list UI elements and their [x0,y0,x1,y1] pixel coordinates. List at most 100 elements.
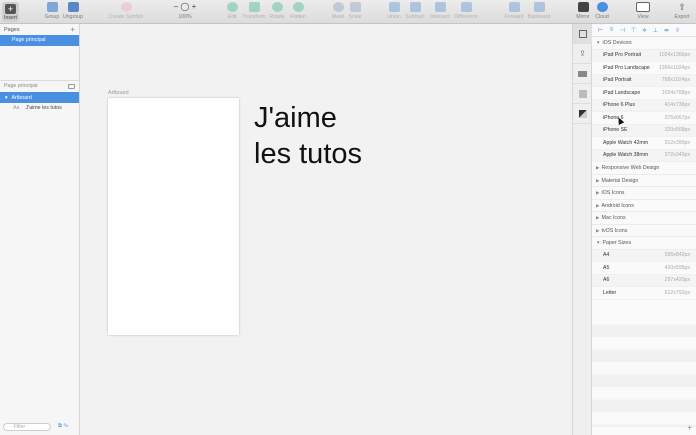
view-button[interactable]: View [626,2,660,20]
preset-item[interactable]: A4 595x842px [592,249,696,262]
preset-item[interactable]: Letter 612x792px [592,287,696,300]
cloud-icon [596,2,608,12]
preset-item[interactable]: A6 297x420px [592,274,696,287]
preset-item[interactable]: iPhone 6 375x667px [592,112,696,125]
symbol-icon [120,2,132,12]
zoom-control[interactable]: – ◯ + 100% [168,2,202,20]
preset-group-ios-devices[interactable]: ▼ iOS Devices [592,37,696,50]
align-bottom-icon[interactable]: ⊥ [651,27,660,34]
preset-group-label: Android Icons [601,202,634,209]
layer-artboard[interactable]: ▼ Artboard [0,92,79,103]
disclosure-open-icon: ▼ [596,40,601,45]
export-icon: ⇧ [678,2,686,12]
preset-item[interactable]: Apple Watch 38mm 272x340px [592,149,696,162]
preset-size: 297x420px [664,277,690,284]
disclosure-closed-icon: ▶ [596,215,600,220]
edit-icon [226,2,238,12]
filter-options-icon[interactable]: ⧉ ✎ [58,423,68,430]
preset-group-material[interactable]: ▶ Material Design [592,175,696,187]
disclosure-triangle-icon[interactable]: ▼ [4,95,8,100]
preset-item[interactable]: A5 420x595px [592,262,696,275]
preset-name: Letter [603,289,617,296]
backward-label: Backward [527,14,551,20]
export-button[interactable]: ⇧ Export [667,2,696,20]
preset-group-ios-icons[interactable]: ▶ iOS Icons [592,187,696,200]
preset-size: 375x667px [664,114,690,121]
preset-item[interactable]: iPhone 6 Plus 414x736px [592,99,696,112]
layer-text[interactable]: Aa J'aime les tutos [13,105,62,111]
align-top-icon[interactable]: ⊤ [629,27,638,34]
backward-button[interactable]: Backward [522,2,556,20]
export-label: Export [674,14,690,20]
preset-name: A5 [603,264,610,271]
subtract-label: Subtract [405,14,425,20]
canvas[interactable]: Artboard J'aime les tutos [81,24,572,435]
scale-button[interactable]: Scale [338,2,372,20]
preset-group-label: iOS Devices [602,40,632,46]
distribute-vertical-icon[interactable]: ⇳ [673,27,682,34]
insert-label: Insert [4,15,17,21]
preset-name: A6 [603,277,610,284]
ungroup-icon [67,2,79,12]
preset-name: iPad Landscape [603,89,641,96]
scale-label: Scale [348,14,362,20]
preset-item[interactable]: iPad Pro Landscape 1366x1024px [592,62,696,75]
preset-item[interactable]: iPad Portrait 768x1024px [592,74,696,87]
subtract-icon [409,2,421,12]
paper-sizes-list: A4 595x842px A5 420x595px A6 297x420px Lett… [592,249,696,300]
canvas-text[interactable]: J'aime les tutos [254,100,362,172]
insert-button[interactable]: + Insert [2,2,19,22]
difference-icon [460,2,472,12]
preset-item[interactable]: iPad Pro Portrait 1024x1366px [592,49,696,62]
inspector-tab-share[interactable]: ⇪ [573,44,592,64]
preset-group-label: iOS Icons [601,190,625,196]
artboard-title[interactable]: Artboard [108,90,129,96]
align-toolbar: ⊢ ≡ ⊣ ⊤ ≑ ⊥ ⇹ ⇳ [592,24,696,37]
add-page-button[interactable]: + [70,25,75,34]
cloud-label: Cloud [595,14,609,20]
cloud-button[interactable]: Cloud [585,2,619,20]
add-preset-button[interactable]: + [687,423,692,432]
preset-group-responsive[interactable]: ▶ Responsive Web Design [592,162,696,175]
preset-group-paper-sizes[interactable]: ▼ Paper Sizes [592,237,696,250]
preset-name: iPad Pro Portrait [603,52,642,59]
filter-input[interactable]: Filter [3,423,51,431]
page-menu-icon[interactable] [68,83,75,89]
align-left-icon[interactable]: ⊢ [596,27,605,34]
preset-name: iPhone SE [603,127,628,134]
layout-icon [578,89,587,98]
inspector-tab-device[interactable] [573,64,592,84]
align-center-icon[interactable]: ≡ [607,27,616,33]
create-symbol-button[interactable]: Create Symbol [108,2,144,20]
inspector-tab-artboard[interactable] [573,24,592,44]
preset-group-tvos-icons[interactable]: ▶ tvOS Icons [592,225,696,237]
inspector-tab-layout[interactable] [573,84,592,104]
preset-name: Apple Watch 42mm [603,139,649,146]
flatten-button[interactable]: Flatten [281,2,315,20]
page-item-selected[interactable]: Page principal [0,35,79,46]
preset-item[interactable]: iPhone SE 320x568px [592,124,696,137]
preset-group-android-icons[interactable]: ▶ Android Icons [592,200,696,212]
ungroup-label: Ungroup [63,14,83,20]
color-icon [578,109,587,118]
distribute-horizontal-icon[interactable]: ⇹ [662,27,671,34]
preset-name: A4 [603,252,610,259]
preset-size: 320x568px [664,127,690,134]
artboard[interactable] [108,98,239,335]
align-right-icon[interactable]: ⊣ [618,27,627,34]
preset-item[interactable]: iPad Landscape 1024x768px [592,87,696,100]
ungroup-button[interactable]: Ungroup [56,2,90,20]
preset-size: 768x1024px [661,77,690,84]
difference-button[interactable]: Difference [449,2,483,20]
difference-label: Difference [454,14,478,20]
layer-artboard-label: Artboard [11,95,32,101]
ios-devices-list: iPad Pro Portrait 1024x1366px iPad Pro La… [592,49,696,162]
preset-size: 595x842px [664,252,690,259]
preset-item[interactable]: Apple Watch 42mm 312x390px [592,137,696,150]
layers-page-label[interactable]: Page principal [4,83,38,89]
align-middle-icon[interactable]: ≑ [640,27,649,34]
zoom-icon: – ◯ + [173,2,197,11]
preset-size: 420x595px [664,264,690,271]
preset-group-mac-icons[interactable]: ▶ Mac Icons [592,212,696,225]
inspector-tab-color[interactable] [573,104,592,124]
